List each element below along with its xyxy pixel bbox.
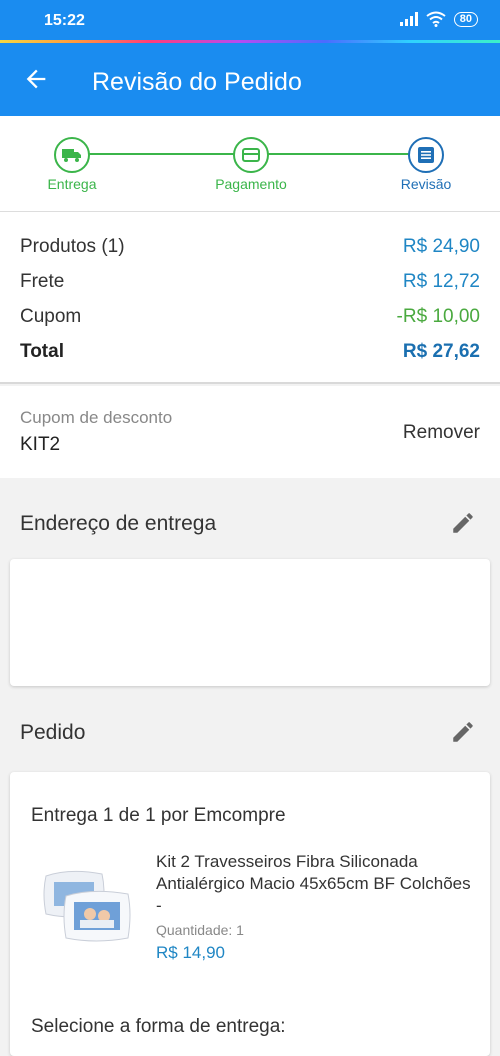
product-name: Kit 2 Travesseiros Fibra Siliconada Anti…: [156, 852, 471, 915]
wifi-icon: [426, 11, 446, 27]
summary-row-total: Total R$ 27,62: [20, 341, 480, 363]
arrow-left-icon[interactable]: [22, 65, 50, 93]
checkout-stepper: Entrega Pagamento Revisão: [0, 116, 500, 212]
total-label: Total: [20, 341, 64, 362]
order-section-title: Pedido: [20, 721, 86, 744]
address-section-title: Endereço de entrega: [20, 512, 217, 535]
step-connector: [252, 153, 428, 155]
order-summary: Produtos (1) R$ 24,90 Frete R$ 12,72 Cup…: [0, 212, 500, 384]
status-icons: 80: [399, 11, 478, 27]
step-label-revisao: Revisão: [400, 176, 452, 192]
app-bar: Revisão do Pedido: [0, 43, 500, 116]
edit-address-pencil-icon[interactable]: [450, 510, 476, 536]
product-image-pillows: [43, 870, 131, 942]
delivery-title: Entrega 1 de 1 por Emcompre: [31, 805, 286, 826]
status-time: 15:22: [44, 12, 85, 29]
edit-order-pencil-icon[interactable]: [450, 719, 476, 745]
signal-icon: [399, 12, 418, 26]
coupon-discount-label: Cupom: [20, 306, 82, 327]
total-value: R$ 27,62: [402, 341, 480, 362]
order-card: Entrega 1 de 1 por Emcompre Kit 2 Traves…: [10, 772, 490, 1056]
coupon-discount-value: -R$ 10,00: [396, 306, 480, 327]
shipping-label: Frete: [20, 271, 65, 292]
battery-indicator: 80: [453, 11, 478, 27]
summary-row-coupon: Cupom -R$ 10,00: [20, 306, 480, 328]
step-connector: [72, 153, 252, 155]
products-label: Produtos (1): [20, 236, 125, 257]
coupon-section: Cupom de desconto KIT2 Remover: [0, 386, 500, 478]
list-icon: [418, 147, 434, 163]
page-title: Revisão do Pedido: [92, 68, 302, 96]
shipping-method-title: Selecione a forma de entrega:: [31, 1016, 286, 1037]
summary-row-products: Produtos (1) R$ 24,90: [20, 236, 480, 258]
product-price: R$ 14,90: [156, 943, 225, 962]
status-bar: 15:22 80: [0, 0, 500, 42]
address-card[interactable]: [10, 559, 490, 686]
products-value: R$ 24,90: [402, 236, 480, 257]
product-quantity: Quantidade: 1: [156, 922, 244, 938]
truck-icon: [62, 149, 81, 162]
step-label-pagamento: Pagamento: [215, 176, 287, 192]
coupon-label: Cupom de desconto: [20, 408, 173, 427]
shipping-value: R$ 12,72: [402, 271, 480, 292]
card-icon: [242, 148, 260, 162]
step-entrega[interactable]: [54, 137, 90, 173]
step-pagamento[interactable]: [233, 137, 269, 173]
step-label-entrega: Entrega: [47, 176, 97, 192]
coupon-code: KIT2: [20, 434, 61, 455]
summary-row-shipping: Frete R$ 12,72: [20, 271, 480, 293]
step-revisao[interactable]: [408, 137, 444, 173]
remove-coupon-button[interactable]: Remover: [403, 422, 480, 444]
